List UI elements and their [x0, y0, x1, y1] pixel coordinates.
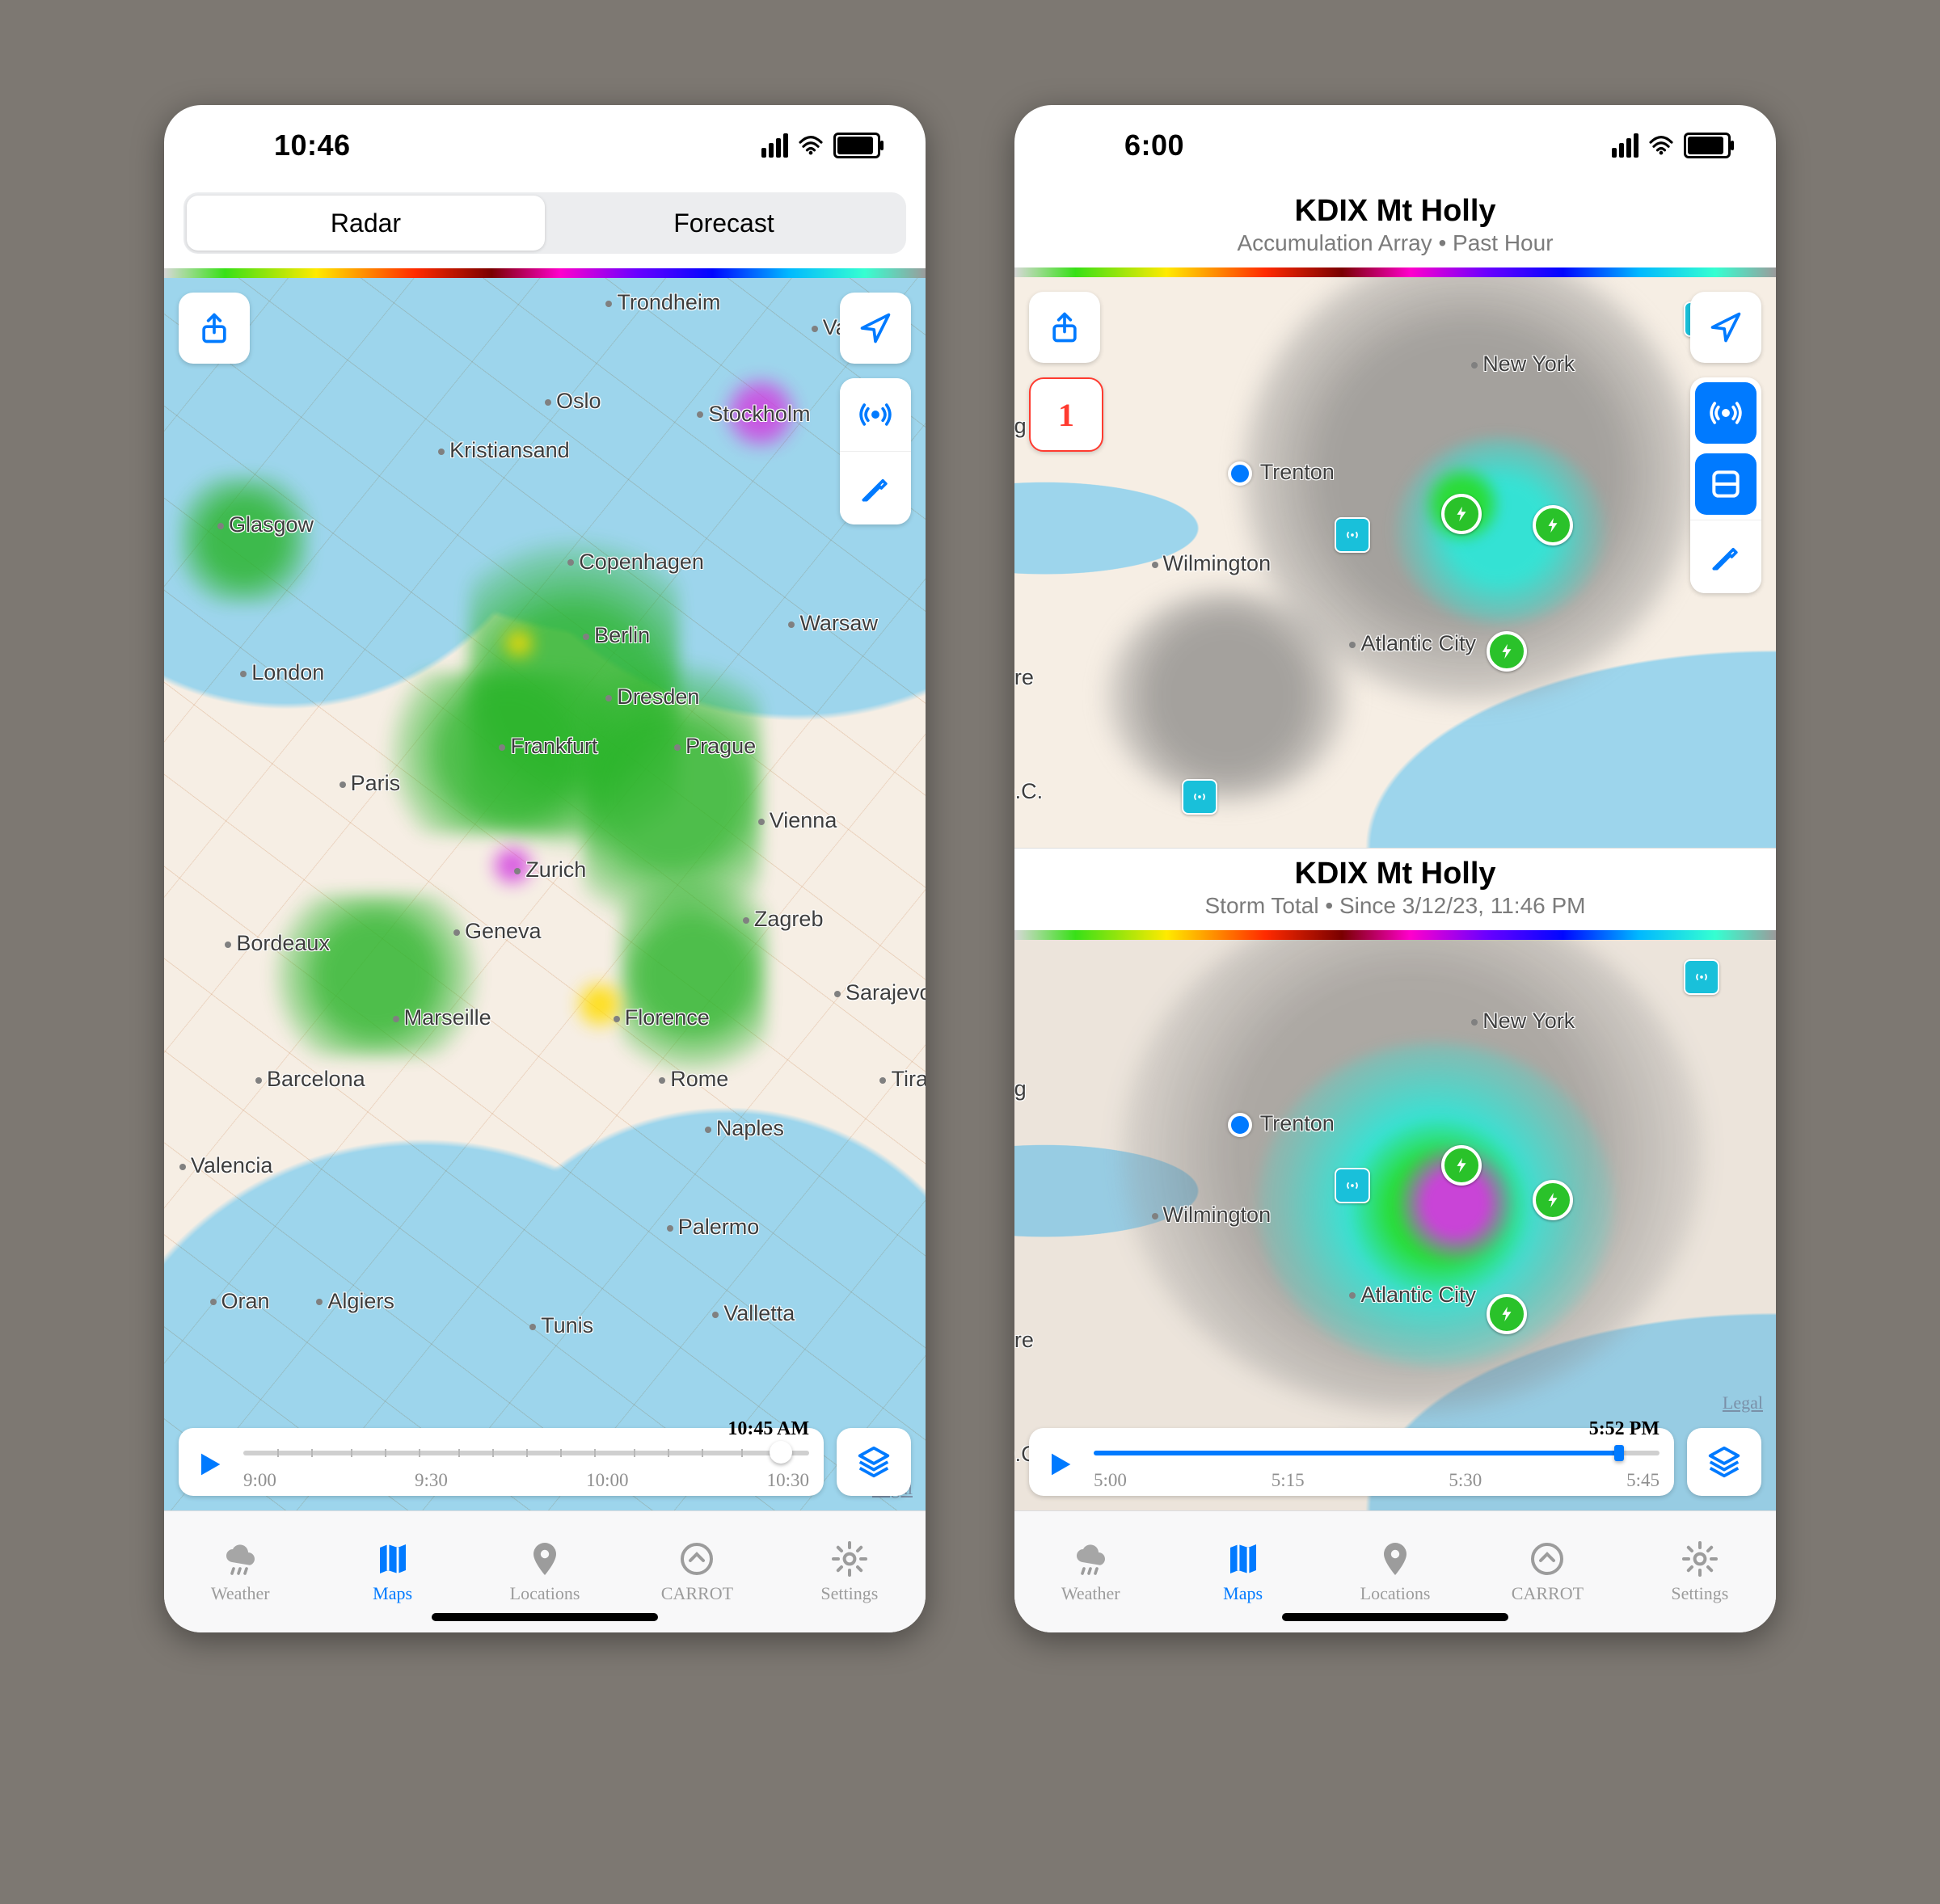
phone-right: 6:00 KDIX Mt Holly Accumulation Array • … [1014, 105, 1776, 1632]
station-title: KDIX Mt Holly [1031, 857, 1760, 891]
station-pin[interactable] [1335, 1168, 1370, 1203]
weather-icon [1071, 1540, 1110, 1578]
split-view-button-active[interactable] [1695, 453, 1757, 515]
timeline-mark: 5:15 [1272, 1470, 1305, 1491]
segment-forecast[interactable]: Forecast [545, 196, 903, 251]
timeline-mark: 5:30 [1449, 1470, 1482, 1491]
tab-label: Weather [1061, 1583, 1120, 1604]
map-tools-stack [1690, 377, 1761, 593]
spectrum-scale [1014, 267, 1776, 277]
status-time: 6:00 [1124, 128, 1184, 162]
eyedropper-button[interactable] [1690, 520, 1761, 593]
locations-icon [1376, 1540, 1415, 1578]
station-subtitle: Accumulation Array • Past Hour [1031, 230, 1760, 256]
tab-label: CARROT [661, 1583, 733, 1604]
radar-station-button[interactable] [840, 378, 911, 451]
lightning-pin[interactable] [1441, 494, 1482, 534]
phone-left: 10:46 Radar Forecast [164, 105, 926, 1632]
tab-weather[interactable]: Weather [1014, 1511, 1166, 1632]
settings-icon [830, 1540, 869, 1578]
timeline-current: 10:45 AM [728, 1418, 809, 1440]
share-button[interactable] [1029, 292, 1100, 363]
timeline-mark: 5:00 [1094, 1470, 1127, 1491]
tab-settings[interactable]: Settings [774, 1511, 926, 1632]
tab-weather[interactable]: Weather [164, 1511, 316, 1632]
tab-label: Maps [373, 1583, 412, 1604]
layers-button[interactable] [837, 1428, 911, 1496]
play-button[interactable] [187, 1442, 232, 1487]
tab-label: Settings [820, 1583, 878, 1604]
carrot-icon [1528, 1540, 1567, 1578]
carrot-icon [677, 1540, 716, 1578]
locations-icon [525, 1540, 564, 1578]
station-pin[interactable] [1335, 517, 1370, 553]
signal-icon [1612, 133, 1638, 158]
alerts-badge-button[interactable]: 1 [1029, 377, 1103, 452]
station-title: KDIX Mt Holly [1031, 194, 1760, 229]
timeline-mark: 10:00 [586, 1470, 628, 1491]
segment-radar[interactable]: Radar [187, 196, 545, 251]
maps-icon [1224, 1540, 1263, 1578]
locate-button[interactable] [1690, 292, 1761, 363]
home-indicator [1282, 1613, 1508, 1621]
lightning-pin[interactable] [1533, 505, 1573, 546]
status-bar: 10:46 [164, 105, 926, 186]
radar-station-button-active[interactable] [1695, 382, 1757, 444]
lightning-pin[interactable] [1533, 1180, 1573, 1220]
legal-link[interactable]: Legal [1723, 1392, 1763, 1413]
timeline-track[interactable]: 10:45 AM 9:009:3010:0010:30 [243, 1438, 809, 1491]
timeline: 10:45 AM 9:009:3010:0010:30 [179, 1428, 911, 1496]
lightning-pin[interactable] [1487, 631, 1527, 672]
timeline-mark: 9:30 [415, 1470, 448, 1491]
tab-settings[interactable]: Settings [1624, 1511, 1776, 1632]
timeline: 5:52 PM 5:005:155:305:45 [1029, 1428, 1761, 1496]
share-button[interactable] [179, 293, 250, 364]
locate-button[interactable] [840, 293, 911, 364]
spectrum-scale [164, 268, 926, 278]
wifi-icon [798, 135, 824, 156]
tab-label: CARROT [1512, 1583, 1584, 1604]
station-header-top: KDIX Mt Holly Accumulation Array • Past … [1014, 186, 1776, 267]
lightning-pin[interactable] [1441, 1145, 1482, 1186]
tab-label: Weather [211, 1583, 270, 1604]
play-button[interactable] [1037, 1442, 1082, 1487]
tab-label: Locations [510, 1583, 580, 1604]
battery-icon [833, 133, 880, 158]
battery-icon [1684, 133, 1731, 158]
weather-icon [221, 1540, 259, 1578]
layers-button[interactable] [1687, 1428, 1761, 1496]
station-header-bottom: KDIX Mt Holly Storm Total • Since 3/12/2… [1014, 848, 1776, 930]
signal-icon [761, 133, 788, 158]
tab-label: Locations [1360, 1583, 1431, 1604]
eyedropper-button[interactable] [840, 451, 911, 524]
map-view[interactable]: TrondheimVaasaOsloStockholmKristiansandG… [164, 278, 926, 1510]
home-indicator [432, 1613, 658, 1621]
status-bar: 6:00 [1014, 105, 1776, 186]
radar-forecast-segmented[interactable]: Radar Forecast [183, 192, 906, 254]
lightning-pin[interactable] [1487, 1294, 1527, 1334]
map-pane-bottom[interactable]: New YorkTrentonWilmingtonAtlantic Cityrg… [1014, 940, 1776, 1510]
wifi-icon [1648, 135, 1674, 156]
settings-icon [1681, 1540, 1719, 1578]
station-subtitle: Storm Total • Since 3/12/23, 11:46 PM [1031, 893, 1760, 919]
timeline-current: 5:52 PM [1589, 1418, 1660, 1440]
spectrum-scale [1014, 930, 1776, 940]
maps-icon [373, 1540, 412, 1578]
alerts-count: 1 [1058, 396, 1074, 434]
timeline-mark: 10:30 [767, 1470, 809, 1491]
tab-label: Settings [1671, 1583, 1728, 1604]
timeline-track[interactable]: 5:52 PM 5:005:155:305:45 [1094, 1438, 1660, 1491]
station-pin[interactable] [1182, 779, 1217, 815]
map-tools-stack [840, 378, 911, 524]
timeline-mark: 5:45 [1626, 1470, 1660, 1491]
tab-label: Maps [1223, 1583, 1263, 1604]
timeline-mark: 9:00 [243, 1470, 276, 1491]
station-pin[interactable] [1684, 959, 1719, 995]
status-time: 10:46 [274, 128, 351, 162]
map-pane-top[interactable]: New YorkTrentonWilmingtonAtlantic Cityrg… [1014, 277, 1776, 848]
